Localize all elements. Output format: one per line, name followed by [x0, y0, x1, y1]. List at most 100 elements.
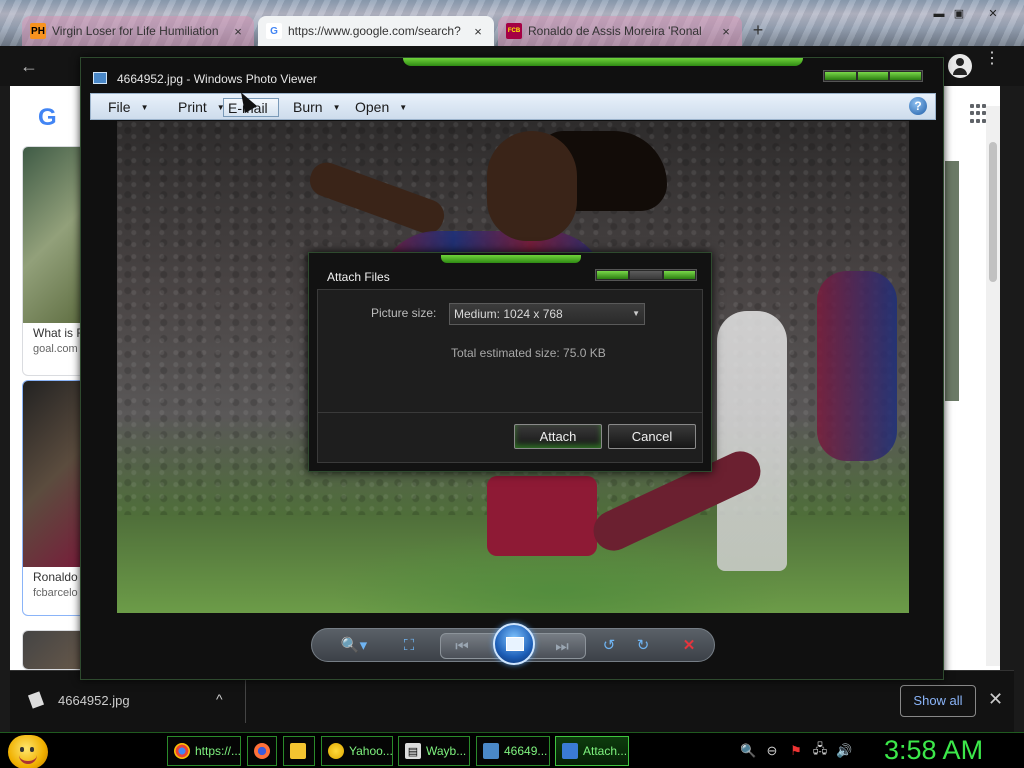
chrome-icon: [174, 743, 190, 759]
search-icon[interactable]: 🔍: [740, 743, 756, 759]
chevron-up-icon[interactable]: ^: [216, 691, 223, 707]
previous-icon[interactable]: ⏮: [451, 636, 473, 658]
window-glow: [403, 58, 803, 66]
actual-size-icon[interactable]: ⛶: [398, 635, 420, 657]
picture-size-value: Medium: 1024 x 768: [454, 307, 563, 321]
tab-title: Ronaldo de Assis Moreira 'Ronal: [528, 24, 702, 38]
menu-burn[interactable]: Burn ▼: [289, 98, 345, 117]
taskbar-button-attach[interactable]: Attach...: [555, 736, 629, 766]
new-tab-icon[interactable]: +: [748, 20, 768, 40]
photo-subject-head: [487, 131, 577, 241]
kebab-menu-icon[interactable]: ⋮: [984, 51, 1000, 67]
rotate-clockwise-icon[interactable]: ↻: [632, 635, 654, 657]
dialog-title: Attach Files: [327, 270, 390, 284]
menu-open[interactable]: Open ▼: [351, 98, 411, 117]
help-icon[interactable]: ?: [909, 97, 927, 115]
window-controls[interactable]: [823, 70, 923, 82]
slideshow-button[interactable]: [493, 623, 535, 665]
browser-tab-ronaldo[interactable]: FCB Ronaldo de Assis Moreira 'Ronal ×: [498, 16, 742, 46]
taskbar-label: 46649...: [504, 744, 548, 758]
zoom-icon[interactable]: 🔍▾: [338, 635, 370, 657]
menu-file[interactable]: File ▼: [104, 98, 152, 117]
menu-label: Open: [355, 99, 390, 115]
file-icon: [27, 691, 45, 709]
next-icon[interactable]: ⏭: [551, 636, 573, 658]
minimize-icon[interactable]: [825, 72, 856, 80]
minimize-icon[interactable]: [597, 271, 629, 279]
tab-close-icon[interactable]: ×: [470, 24, 486, 39]
picture-size-select[interactable]: Medium: 1024 x 768 ▼: [449, 303, 645, 325]
wayback-icon: ▤: [405, 743, 421, 759]
taskbar-button-yahoo[interactable]: Yahoo...: [321, 736, 393, 766]
photo-background-player: [817, 271, 897, 461]
photo-viewer-app-icon: [93, 72, 107, 84]
network-icon[interactable]: 🖧: [812, 740, 828, 762]
taskbar-label: Wayb...: [426, 744, 467, 758]
menu-label: File: [108, 99, 131, 115]
profile-avatar-icon[interactable]: [948, 54, 972, 78]
window-close-icon[interactable]: ✕: [984, 6, 1002, 22]
menu-print[interactable]: Print ▼: [174, 98, 229, 117]
divider: [245, 679, 246, 723]
back-arrow-icon[interactable]: ←: [20, 56, 38, 77]
dropdown-arrow-icon: ▼: [399, 103, 408, 112]
divider: [318, 412, 702, 413]
close-icon[interactable]: [663, 271, 695, 279]
firefox-icon: [254, 743, 270, 759]
tab-close-icon[interactable]: ×: [230, 24, 246, 39]
window-controls[interactable]: [595, 269, 697, 281]
attach-files-dialog: Attach Files Picture size: Medium: 1024 …: [308, 252, 712, 472]
fcb-favicon-icon: FCB: [506, 23, 522, 39]
dropdown-arrow-icon: ▼: [332, 103, 341, 112]
taskbar: https://... Yahoo... ▤ Wayb... 46649... …: [0, 732, 1024, 768]
taskbar-label: Attach...: [583, 744, 628, 758]
taskbar-button-firefox[interactable]: [247, 736, 277, 766]
rotate-counterclockwise-icon[interactable]: ↺: [598, 635, 620, 657]
minus-circle-icon[interactable]: ⊖: [764, 743, 780, 759]
google-logo[interactable]: G: [38, 104, 57, 132]
total-estimated-size: Total estimated size: 75.0 KB: [451, 346, 606, 360]
photo-viewer-icon: [483, 743, 499, 759]
chrome-tab-strip: PH Virgin Loser for Life Humiliation × G…: [0, 0, 1024, 46]
dialog-body: Picture size: Medium: 1024 x 768 ▼ Total…: [317, 289, 703, 463]
photo-viewer-toolbar: 🔍▾ ⛶ ⏮ ⏭ ↺ ↻ ✕: [311, 623, 715, 665]
taskbar-clock[interactable]: 3:58 AM: [884, 733, 983, 767]
vertical-scrollbar[interactable]: [986, 106, 1000, 666]
attach-icon: [562, 743, 578, 759]
delete-icon[interactable]: ✕: [678, 635, 700, 657]
attach-button[interactable]: Attach: [514, 424, 602, 449]
taskbar-button-photo-viewer[interactable]: 46649...: [476, 736, 550, 766]
flag-icon[interactable]: ⚑: [788, 743, 804, 759]
photo-background-player: [717, 311, 787, 571]
dropdown-arrow-icon: ▼: [140, 103, 149, 112]
minimize-icon[interactable]: ▬: [930, 6, 948, 22]
cancel-button[interactable]: Cancel: [608, 424, 696, 449]
taskbar-label: Yahoo...: [349, 744, 393, 758]
taskbar-button-explorer[interactable]: [283, 736, 315, 766]
close-icon[interactable]: [890, 72, 922, 80]
browser-tab-ph[interactable]: PH Virgin Loser for Life Humiliation ×: [22, 16, 254, 46]
tab-close-icon[interactable]: ×: [718, 24, 734, 39]
menu-label: Burn: [293, 99, 323, 115]
tab-title: Virgin Loser for Life Humiliation: [52, 24, 219, 38]
scrollbar-thumb[interactable]: [989, 142, 997, 282]
chevron-down-icon: ▼: [632, 309, 640, 318]
maximize-icon[interactable]: [857, 72, 889, 80]
download-shelf-close-icon[interactable]: ✕: [988, 689, 1003, 710]
maximize-icon[interactable]: [630, 271, 662, 279]
show-all-button[interactable]: Show all: [900, 685, 976, 717]
folder-icon: [290, 743, 306, 759]
result-thumbnail[interactable]: [945, 161, 959, 401]
volume-icon[interactable]: 🔊: [836, 743, 852, 759]
photo-subject-shorts: [487, 476, 597, 556]
maximize-icon[interactable]: ▣: [950, 6, 968, 22]
window-glow: [441, 255, 581, 263]
yahoo-icon: [328, 743, 344, 759]
download-file-name[interactable]: 4664952.jpg: [58, 693, 130, 708]
browser-tab-google[interactable]: G https://www.google.com/search? ×: [258, 16, 494, 46]
window-title: 4664952.jpg - Windows Photo Viewer: [117, 72, 317, 86]
taskbar-button-chrome[interactable]: https://...: [167, 736, 241, 766]
taskbar-button-wayback[interactable]: ▤ Wayb...: [398, 736, 470, 766]
start-button[interactable]: [8, 735, 48, 768]
photo-viewer-titlebar[interactable]: 4664952.jpg - Windows Photo Viewer: [81, 68, 943, 90]
